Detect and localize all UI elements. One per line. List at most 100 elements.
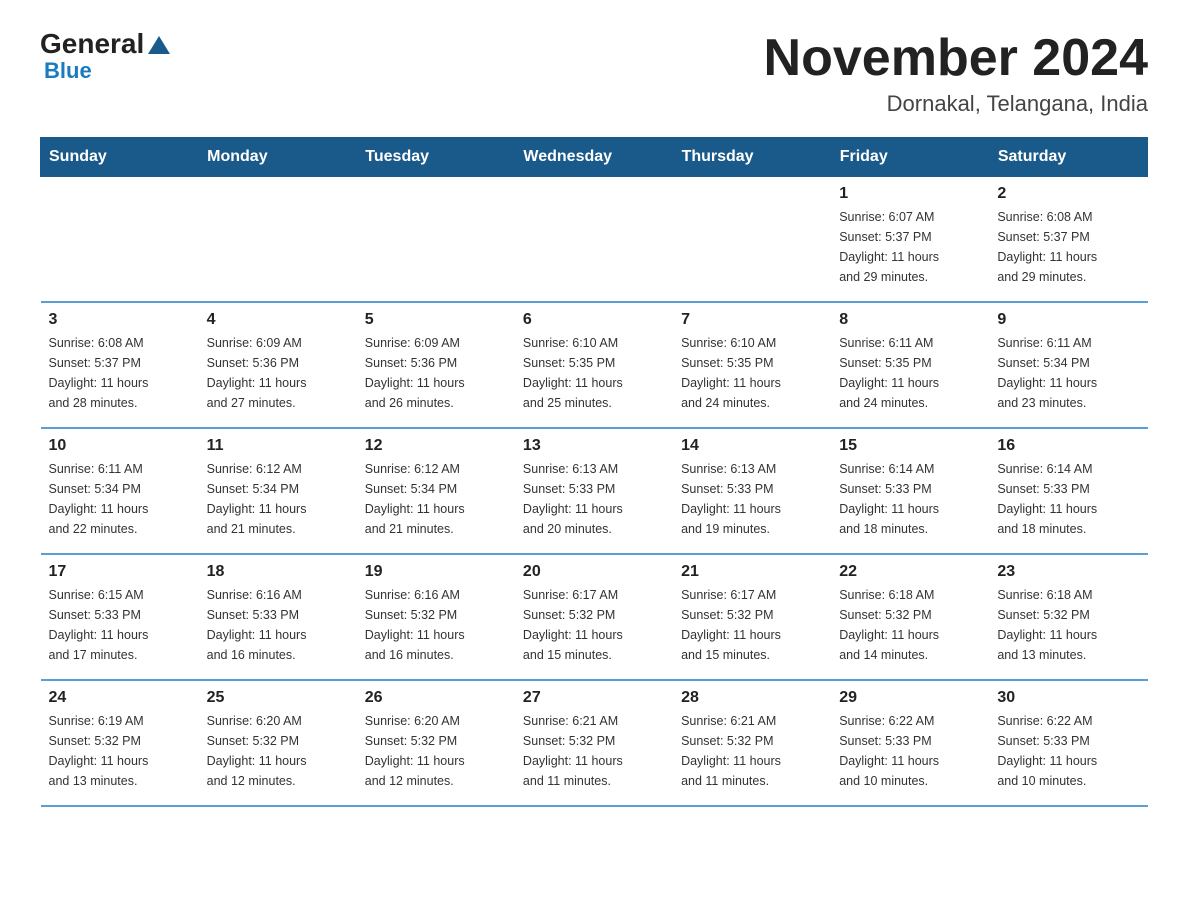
calendar-week-row: 17 Sunrise: 6:15 AMSunset: 5:33 PMDayligh… — [41, 554, 1148, 680]
table-row: 6 Sunrise: 6:10 AMSunset: 5:35 PMDaylight… — [515, 302, 673, 428]
col-tuesday: Tuesday — [357, 138, 515, 177]
day-info: Sunrise: 6:16 AMSunset: 5:33 PMDaylight:… — [207, 585, 349, 665]
table-row: 16 Sunrise: 6:14 AMSunset: 5:33 PMDayligh… — [989, 428, 1147, 554]
col-thursday: Thursday — [673, 138, 831, 177]
table-row: 2 Sunrise: 6:08 AMSunset: 5:37 PMDaylight… — [989, 177, 1147, 303]
day-info: Sunrise: 6:17 AMSunset: 5:32 PMDaylight:… — [681, 585, 823, 665]
day-info: Sunrise: 6:11 AMSunset: 5:34 PMDaylight:… — [49, 459, 191, 539]
table-row: 1Sunrise: 6:07 AMSunset: 5:37 PMDaylight… — [831, 177, 989, 303]
day-number: 30 — [997, 689, 1139, 707]
day-number: 22 — [839, 563, 981, 581]
day-info: Sunrise: 6:21 AMSunset: 5:32 PMDaylight:… — [681, 711, 823, 791]
logo-general: General — [40, 30, 144, 58]
table-row: 19 Sunrise: 6:16 AMSunset: 5:32 PMDayligh… — [357, 554, 515, 680]
table-row — [673, 177, 831, 303]
day-number: 3 — [49, 311, 191, 329]
day-number: 4 — [207, 311, 349, 329]
table-row: 13 Sunrise: 6:13 AMSunset: 5:33 PMDayligh… — [515, 428, 673, 554]
logo-triangle-icon — [148, 36, 170, 54]
day-number: 19 — [365, 563, 507, 581]
day-info: Sunrise: 6:19 AMSunset: 5:32 PMDaylight:… — [49, 711, 191, 791]
day-info: Sunrise: 6:22 AMSunset: 5:33 PMDaylight:… — [839, 711, 981, 791]
calendar-header-row: Sunday Monday Tuesday Wednesday Thursday… — [41, 138, 1148, 177]
day-number: 25 — [207, 689, 349, 707]
calendar-week-row: 10 Sunrise: 6:11 AMSunset: 5:34 PMDayligh… — [41, 428, 1148, 554]
day-info: Sunrise: 6:16 AMSunset: 5:32 PMDaylight:… — [365, 585, 507, 665]
day-info: Sunrise: 6:10 AMSunset: 5:35 PMDaylight:… — [681, 333, 823, 413]
day-info: Sunrise: 6:08 AMSunset: 5:37 PMDaylight:… — [997, 207, 1139, 287]
calendar-table: Sunday Monday Tuesday Wednesday Thursday… — [40, 137, 1148, 807]
calendar-week-row: 1Sunrise: 6:07 AMSunset: 5:37 PMDaylight… — [41, 177, 1148, 303]
day-info: Sunrise: 6:12 AMSunset: 5:34 PMDaylight:… — [365, 459, 507, 539]
day-number: 16 — [997, 437, 1139, 455]
day-number: 2 — [997, 185, 1139, 203]
day-info: Sunrise: 6:14 AMSunset: 5:33 PMDaylight:… — [839, 459, 981, 539]
day-info: Sunrise: 6:22 AMSunset: 5:33 PMDaylight:… — [997, 711, 1139, 791]
day-info: Sunrise: 6:09 AMSunset: 5:36 PMDaylight:… — [365, 333, 507, 413]
logo-blue: Blue — [40, 60, 92, 82]
calendar-title: November 2024 — [764, 30, 1148, 87]
table-row — [41, 177, 199, 303]
table-row — [515, 177, 673, 303]
calendar-subtitle: Dornakal, Telangana, India — [764, 91, 1148, 117]
col-wednesday: Wednesday — [515, 138, 673, 177]
table-row: 8Sunrise: 6:11 AMSunset: 5:35 PMDaylight… — [831, 302, 989, 428]
day-number: 7 — [681, 311, 823, 329]
table-row: 28 Sunrise: 6:21 AMSunset: 5:32 PMDayligh… — [673, 680, 831, 806]
table-row: 11 Sunrise: 6:12 AMSunset: 5:34 PMDayligh… — [199, 428, 357, 554]
day-number: 20 — [523, 563, 665, 581]
table-row: 4 Sunrise: 6:09 AMSunset: 5:36 PMDaylight… — [199, 302, 357, 428]
calendar-week-row: 24Sunrise: 6:19 AMSunset: 5:32 PMDayligh… — [41, 680, 1148, 806]
col-monday: Monday — [199, 138, 357, 177]
table-row: 22 Sunrise: 6:18 AMSunset: 5:32 PMDayligh… — [831, 554, 989, 680]
calendar-week-row: 3 Sunrise: 6:08 AMSunset: 5:37 PMDaylight… — [41, 302, 1148, 428]
title-block: November 2024 Dornakal, Telangana, India — [764, 30, 1148, 117]
table-row: 24Sunrise: 6:19 AMSunset: 5:32 PMDayligh… — [41, 680, 199, 806]
table-row — [357, 177, 515, 303]
day-info: Sunrise: 6:07 AMSunset: 5:37 PMDaylight:… — [839, 207, 981, 287]
col-sunday: Sunday — [41, 138, 199, 177]
day-info: Sunrise: 6:20 AMSunset: 5:32 PMDaylight:… — [365, 711, 507, 791]
day-info: Sunrise: 6:12 AMSunset: 5:34 PMDaylight:… — [207, 459, 349, 539]
day-info: Sunrise: 6:18 AMSunset: 5:32 PMDaylight:… — [997, 585, 1139, 665]
day-number: 8 — [839, 311, 981, 329]
day-info: Sunrise: 6:14 AMSunset: 5:33 PMDaylight:… — [997, 459, 1139, 539]
day-info: Sunrise: 6:09 AMSunset: 5:36 PMDaylight:… — [207, 333, 349, 413]
day-info: Sunrise: 6:13 AMSunset: 5:33 PMDaylight:… — [681, 459, 823, 539]
day-info: Sunrise: 6:17 AMSunset: 5:32 PMDaylight:… — [523, 585, 665, 665]
day-number: 21 — [681, 563, 823, 581]
day-number: 5 — [365, 311, 507, 329]
table-row: 21 Sunrise: 6:17 AMSunset: 5:32 PMDayligh… — [673, 554, 831, 680]
table-row — [199, 177, 357, 303]
col-friday: Friday — [831, 138, 989, 177]
day-number: 9 — [997, 311, 1139, 329]
day-info: Sunrise: 6:13 AMSunset: 5:33 PMDaylight:… — [523, 459, 665, 539]
day-info: Sunrise: 6:15 AMSunset: 5:33 PMDaylight:… — [49, 585, 191, 665]
table-row: 14 Sunrise: 6:13 AMSunset: 5:33 PMDayligh… — [673, 428, 831, 554]
day-number: 28 — [681, 689, 823, 707]
table-row: 29 Sunrise: 6:22 AMSunset: 5:33 PMDayligh… — [831, 680, 989, 806]
logo: General Blue — [40, 30, 170, 82]
page-header: General Blue November 2024 Dornakal, Tel… — [40, 30, 1148, 117]
table-row: 15 Sunrise: 6:14 AMSunset: 5:33 PMDayligh… — [831, 428, 989, 554]
day-number: 14 — [681, 437, 823, 455]
table-row: 25Sunrise: 6:20 AMSunset: 5:32 PMDayligh… — [199, 680, 357, 806]
day-number: 13 — [523, 437, 665, 455]
day-info: Sunrise: 6:11 AMSunset: 5:34 PMDaylight:… — [997, 333, 1139, 413]
day-number: 6 — [523, 311, 665, 329]
table-row: 20 Sunrise: 6:17 AMSunset: 5:32 PMDayligh… — [515, 554, 673, 680]
table-row: 7 Sunrise: 6:10 AMSunset: 5:35 PMDaylight… — [673, 302, 831, 428]
table-row: 12Sunrise: 6:12 AMSunset: 5:34 PMDayligh… — [357, 428, 515, 554]
day-number: 29 — [839, 689, 981, 707]
day-number: 18 — [207, 563, 349, 581]
day-number: 10 — [49, 437, 191, 455]
day-info: Sunrise: 6:18 AMSunset: 5:32 PMDaylight:… — [839, 585, 981, 665]
day-number: 15 — [839, 437, 981, 455]
day-number: 26 — [365, 689, 507, 707]
table-row: 18 Sunrise: 6:16 AMSunset: 5:33 PMDayligh… — [199, 554, 357, 680]
day-number: 11 — [207, 437, 349, 455]
table-row: 27Sunrise: 6:21 AMSunset: 5:32 PMDayligh… — [515, 680, 673, 806]
day-info: Sunrise: 6:10 AMSunset: 5:35 PMDaylight:… — [523, 333, 665, 413]
day-number: 17 — [49, 563, 191, 581]
day-info: Sunrise: 6:08 AMSunset: 5:37 PMDaylight:… — [49, 333, 191, 413]
